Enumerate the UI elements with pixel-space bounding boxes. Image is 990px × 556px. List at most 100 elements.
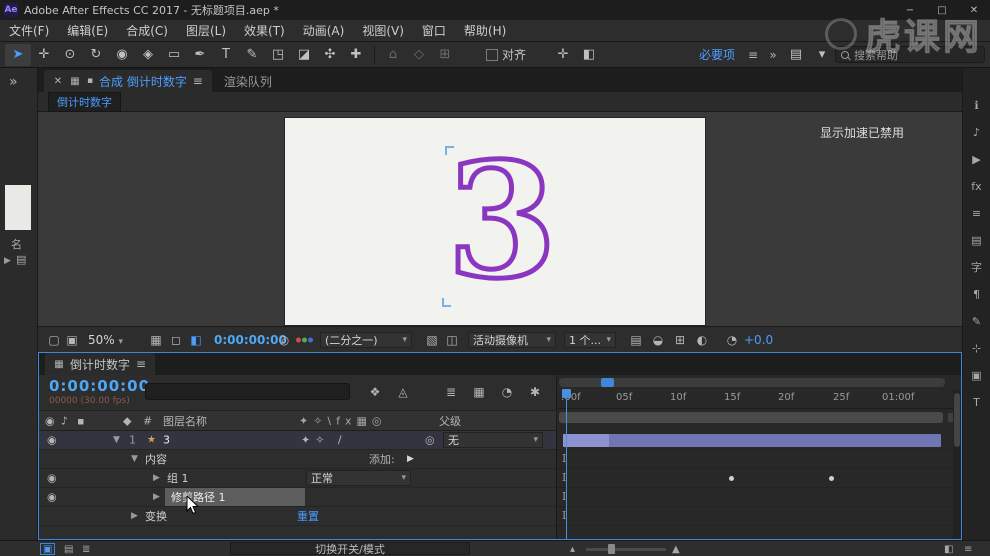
- fast-previews-icon[interactable]: ▧: [422, 331, 442, 349]
- group-expander-icon[interactable]: ▶: [131, 511, 138, 521]
- tracker-panel-icon[interactable]: ⊹: [966, 339, 988, 357]
- timeline-shortcut-icon[interactable]: ◒: [648, 331, 668, 349]
- clone-stamp-tool[interactable]: ◳: [265, 44, 291, 66]
- close-tab-icon[interactable]: ✕: [52, 72, 64, 90]
- exposure-icon[interactable]: ◔: [722, 331, 742, 349]
- layer-switches[interactable]: ✦✧ /: [301, 434, 347, 447]
- rectangle-tool[interactable]: ▭: [161, 44, 187, 66]
- menu-edit[interactable]: 编辑(E): [58, 22, 117, 39]
- effects-presets-panel-icon[interactable]: fx: [966, 177, 988, 195]
- audio-panel-icon[interactable]: ♪: [966, 123, 988, 141]
- property-label[interactable]: 内容: [145, 451, 167, 467]
- workspace-menu-icon[interactable]: ≡: [743, 46, 763, 64]
- camera-tool[interactable]: ◉: [109, 44, 135, 66]
- grid-guides-icon[interactable]: ▦: [146, 331, 166, 349]
- menu-file[interactable]: 文件(F): [0, 22, 58, 39]
- project-item-expander-icon[interactable]: ▶: [4, 256, 11, 266]
- pen-tool[interactable]: ✒: [187, 44, 213, 66]
- reset-exposure-icon[interactable]: ◐: [692, 331, 712, 349]
- puppet-pin-tool[interactable]: ✚: [343, 44, 369, 66]
- preview-panel-icon[interactable]: ▶: [966, 150, 988, 168]
- maximize-button[interactable]: □: [926, 0, 958, 20]
- panel-menu-icon[interactable]: ≡: [135, 355, 147, 373]
- menu-composition[interactable]: 合成(C): [117, 22, 177, 39]
- add-menu-icon[interactable]: ▶: [407, 454, 414, 464]
- pixel-aspect-icon[interactable]: ▤: [626, 331, 646, 349]
- resolution-dropdown[interactable]: (二分之一) ▾: [320, 331, 412, 348]
- zoom-out-timeline-icon[interactable]: ▴: [570, 541, 575, 556]
- split-view-icon[interactable]: ◫: [442, 331, 462, 349]
- tab-timeline[interactable]: ▦ 倒计时数字 ≡: [45, 353, 156, 375]
- menu-layer[interactable]: 图层(L): [177, 22, 235, 39]
- layer-expander-icon[interactable]: ▼: [113, 435, 120, 445]
- track-row[interactable]: I: [557, 488, 953, 507]
- frame-blending-icon[interactable]: ▦: [469, 383, 489, 401]
- menu-view[interactable]: 视图(V): [353, 22, 413, 39]
- zoom-in-timeline-icon[interactable]: ▲: [672, 541, 680, 556]
- status-menu-icon[interactable]: ≡: [964, 541, 972, 556]
- flowchart-icon[interactable]: ⊞: [670, 331, 690, 349]
- breadcrumb[interactable]: 倒计时数字: [48, 91, 121, 112]
- brush-tool[interactable]: ✎: [239, 44, 265, 66]
- info-panel-icon[interactable]: ℹ: [966, 96, 988, 114]
- local-axis-mode-icon[interactable]: ⌂: [380, 44, 406, 66]
- keyframe-icon[interactable]: [729, 476, 734, 481]
- region-of-interest-icon[interactable]: ◻: [166, 331, 186, 349]
- main-monitor-icon[interactable]: ▣: [62, 331, 82, 349]
- property-label[interactable]: 组 1: [167, 470, 189, 486]
- draft-icon[interactable]: ▤: [64, 541, 73, 556]
- menu-window[interactable]: 窗口: [413, 22, 455, 39]
- snapping-icon[interactable]: ✛: [550, 44, 576, 66]
- folder-icon[interactable]: ▤: [16, 253, 26, 266]
- group-expander-icon[interactable]: ▶: [153, 473, 160, 483]
- zoom-tool[interactable]: ⊙: [57, 44, 83, 66]
- status-extra-icon[interactable]: ◧: [944, 541, 953, 556]
- brushes-panel-icon[interactable]: ▣: [966, 366, 988, 384]
- property-row-trim-paths[interactable]: ◉ ▶ 修剪路径 1: [39, 488, 556, 507]
- minimize-button[interactable]: −: [894, 0, 926, 20]
- draft-3d-icon[interactable]: ◬: [393, 383, 413, 401]
- view-axis-mode-icon[interactable]: ⊞: [432, 44, 458, 66]
- live-update-icon[interactable]: ▣: [40, 543, 56, 555]
- mask-visibility-icon[interactable]: ◧: [576, 44, 602, 66]
- eye-icon[interactable]: ◉: [47, 434, 57, 447]
- group-expander-icon[interactable]: ▼: [131, 454, 138, 464]
- libraries-panel-icon[interactable]: ▤: [966, 231, 988, 249]
- snapshot-camera-icon[interactable]: ◎: [274, 331, 294, 349]
- layer-track-row[interactable]: [557, 431, 953, 450]
- storage-icon[interactable]: ≣: [82, 541, 90, 556]
- menu-help[interactable]: 帮助(H): [455, 22, 515, 39]
- group-expander-icon[interactable]: ▶: [153, 492, 160, 502]
- magnification-dropdown[interactable]: 50% ▾: [88, 333, 123, 347]
- graph-editor-icon[interactable]: ✱: [525, 383, 545, 401]
- timeline-search-input[interactable]: [145, 383, 350, 400]
- timeline-zoom-slider[interactable]: [586, 548, 666, 551]
- motion-blur-icon[interactable]: ◔: [497, 383, 517, 401]
- toggle-switches-modes-button[interactable]: 切换开关/模式: [230, 542, 470, 556]
- composition-canvas[interactable]: 3: [285, 118, 705, 325]
- type-tool[interactable]: T: [213, 44, 239, 66]
- blend-mode-dropdown[interactable]: 正常 ▾: [306, 470, 411, 486]
- close-button[interactable]: ✕: [958, 0, 990, 20]
- scrollbar-thumb[interactable]: [954, 393, 960, 447]
- eye-icon[interactable]: ◉: [47, 472, 57, 485]
- shy-layers-icon[interactable]: ≣: [441, 383, 461, 401]
- mini-flowchart-icon[interactable]: ❖: [365, 383, 385, 401]
- selection-tool[interactable]: ➤: [5, 43, 31, 66]
- view-layout-dropdown[interactable]: 1 个... ▾: [564, 331, 616, 348]
- timeline-track-area[interactable]: :00f 05f 10f 15f 20f 25f 01:00f: [556, 375, 961, 539]
- workspace-selector[interactable]: 必要项: [699, 46, 735, 63]
- tab-composition-viewer[interactable]: ✕ ▦ ▪ 合成 倒计时数字 ≡: [44, 70, 212, 92]
- pan-behind-tool[interactable]: ◈: [135, 44, 161, 66]
- project-thumbnail[interactable]: [5, 185, 31, 230]
- time-ruler[interactable]: :00f 05f 10f 15f 20f 25f 01:00f: [557, 389, 961, 409]
- track-row[interactable]: I: [557, 507, 953, 526]
- expand-panel-chevrons-icon[interactable]: »: [9, 74, 18, 90]
- align-checkbox-icon[interactable]: [486, 48, 498, 61]
- exposure-value[interactable]: +0.0: [744, 333, 773, 347]
- timeline-scrollbar[interactable]: [953, 389, 961, 539]
- panel-menu-icon[interactable]: ≡: [192, 72, 204, 90]
- layer-duration-bar[interactable]: [563, 434, 941, 447]
- camera-view-dropdown[interactable]: 活动摄像机 ▾: [468, 331, 556, 348]
- layer-row[interactable]: ◉ ▼ 1 ★ 3 ✦✧ / ◎ 无 ▾: [39, 431, 556, 450]
